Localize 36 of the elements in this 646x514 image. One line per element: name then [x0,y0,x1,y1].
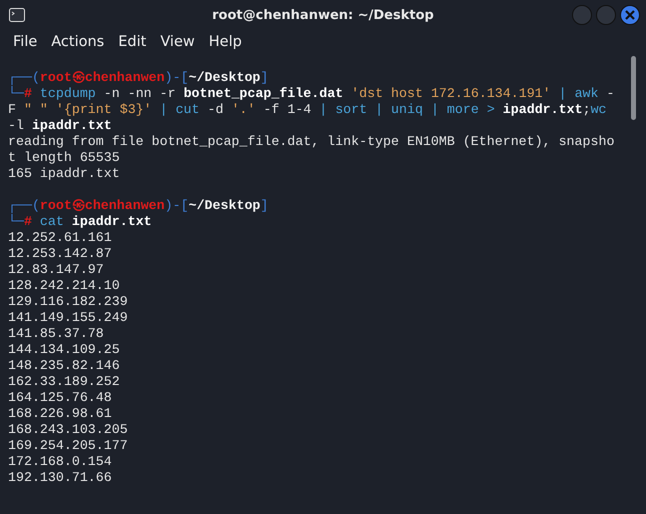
scrollbar[interactable] [631,56,636,120]
terminal-line: 172.168.0.154 [8,454,112,470]
terminal-line: 165 ipaddr.txt [8,166,120,182]
terminal-line: ┌──(root㉿chenhanwen)-[~/Desktop] [8,198,268,214]
terminal-line: 128.242.214.10 [8,278,120,294]
terminal-line: t length 65535 [8,150,120,166]
close-button[interactable] [620,5,640,25]
minimize-button[interactable] [572,5,592,25]
terminal-line: 192.130.71.66 [8,470,112,486]
terminal-icon [9,8,25,22]
terminal-line: 164.125.76.48 [8,390,112,406]
window-title: root@chenhanwen: ~/Desktop [212,8,434,22]
menu-item[interactable]: View [153,34,202,50]
terminal-line: 141.85.37.78 [8,326,104,342]
menu-item[interactable]: Edit [111,34,154,50]
terminal-line: 12.253.142.87 [8,246,112,262]
terminal-line: F " " '{print $3}' | cut -d '.' -f 1-4 | sort | uniq | more > ipaddr.txt;wc [8,102,607,118]
terminal-line: 148.235.82.146 [8,358,120,374]
terminal-line: -l ipaddr.txt [8,118,112,134]
terminal-line: 169.254.205.177 [8,438,128,454]
terminal-line: 162.33.189.252 [8,374,120,390]
terminal-line: 12.252.61.161 [8,230,112,246]
menu-item[interactable]: Actions [44,34,112,50]
terminal-line: 168.243.103.205 [8,422,128,438]
close-icon [625,10,635,20]
terminal-line: 12.83.147.97 [8,262,104,278]
terminal-line: └─# tcpdump -n -nn -r botnet_pcap_file.dat 'dst host 172.16.134.191' | awk - [8,86,614,102]
terminal-line: reading from file botnet_pcap_file.dat, link-type EN10MB (Ethernet), snapsho [8,134,614,150]
terminal-line: └─# cat ipaddr.txt [8,214,152,230]
terminal-line: 144.134.109.25 [8,342,120,358]
terminal-line: ┌──(root㉿chenhanwen)-[~/Desktop] [8,70,268,86]
menu-item[interactable]: File [6,34,44,50]
menu-item[interactable]: Help [202,34,249,50]
terminal-line: 129.116.182.239 [8,294,128,310]
terminal-line: 141.149.155.249 [8,310,128,326]
terminal-line: 168.226.98.61 [8,406,112,422]
